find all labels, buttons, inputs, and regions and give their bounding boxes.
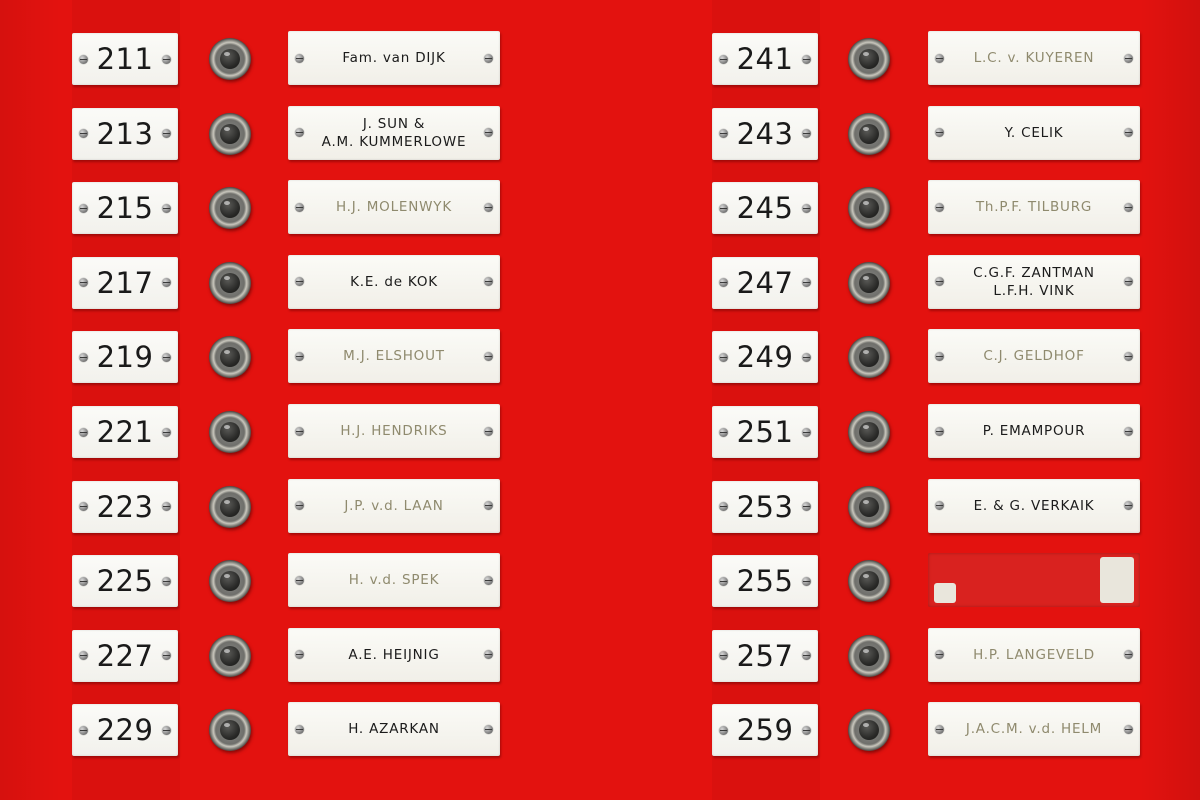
screw-icon	[935, 351, 944, 361]
apartment-number: 247	[736, 265, 794, 300]
screw-icon	[935, 724, 944, 734]
doorbell-button[interactable]	[848, 634, 890, 677]
screw-icon	[1124, 724, 1133, 734]
screw-icon	[1124, 426, 1133, 436]
resident-name: C.G.F. ZANTMAN L.F.H. VINK	[973, 264, 1095, 299]
doorbell-button[interactable]	[848, 336, 890, 379]
resident-name: J.A.C.M. v.d. HELM	[965, 721, 1103, 738]
doorbell-button[interactable]	[848, 261, 890, 304]
resident-name-plate: P. EMAMPOUR	[928, 404, 1140, 458]
screw-icon	[1124, 277, 1133, 287]
apartment-number-plate: 243	[712, 107, 818, 160]
resident-name: L.C. v. KUYEREN	[973, 50, 1095, 66]
apartment-number: 245	[736, 191, 794, 226]
resident-name: E. & G. VERKAIK	[973, 497, 1095, 514]
apartment-number-plate: 241	[712, 33, 818, 85]
screw-icon	[719, 576, 728, 586]
apartment-number: 251	[736, 415, 794, 449]
resident-name-plate: C.J. GELDHOF	[928, 329, 1140, 384]
apartment-number-plate: 251	[712, 406, 818, 458]
screw-icon	[935, 501, 944, 511]
resident-name: Y. CELIK	[1004, 124, 1064, 141]
screw-icon	[1124, 128, 1133, 138]
screw-icon	[935, 128, 944, 138]
screw-icon	[719, 352, 728, 362]
screw-icon	[802, 278, 811, 288]
apartment-number: 253	[736, 489, 794, 524]
screw-icon	[802, 502, 811, 512]
resident-name-plate: Th.P.F. TILBURG	[928, 180, 1140, 235]
resident-name-plate: E. & G. VERKAIK	[928, 478, 1140, 533]
screw-icon	[935, 202, 944, 212]
paint-chip	[934, 583, 956, 604]
screw-icon	[802, 54, 811, 64]
screw-icon	[935, 426, 944, 436]
doorbell-button[interactable]	[848, 112, 890, 155]
apartment-number: 257	[736, 638, 794, 673]
screw-icon	[719, 502, 728, 512]
resident-name-plate: J.A.C.M. v.d. HELM	[928, 702, 1140, 757]
resident-name-plate	[928, 553, 1140, 608]
resident-name: Th.P.F. TILBURG	[975, 199, 1093, 216]
screw-icon	[1124, 351, 1133, 361]
doorbell-panel: 211 Fam. van DIJK 213 J. SUN & A.M. KUMMERL…	[0, 0, 1200, 800]
screw-icon	[719, 54, 728, 64]
resident-name-plate: Y. CELIK	[928, 105, 1140, 160]
apartment-number: 259	[736, 713, 794, 748]
screw-icon	[802, 129, 811, 139]
screw-icon	[802, 427, 811, 437]
screw-icon	[802, 576, 811, 586]
screw-icon	[802, 352, 811, 362]
apartment-number-plate: 249	[712, 331, 818, 384]
apartment-number-plate: 253	[712, 480, 818, 533]
screw-icon	[935, 650, 944, 660]
resident-name: P. EMAMPOUR	[982, 423, 1086, 439]
right-column: 241 L.C. v. KUYEREN 243 Y. CELIK 245 Th.P.F. …	[0, 0, 1200, 800]
screw-icon	[1124, 650, 1133, 660]
resident-name-plate: L.C. v. KUYEREN	[928, 31, 1140, 85]
doorbell-button[interactable]	[848, 411, 890, 453]
resident-name-plate: H.P. LANGEVELD	[928, 627, 1140, 682]
apartment-number: 243	[736, 116, 794, 151]
apartment-number: 255	[736, 564, 794, 599]
apartment-number-plate: 257	[712, 629, 818, 682]
apartment-number: 241	[736, 42, 794, 76]
screw-icon	[935, 53, 944, 63]
paint-chip	[1100, 557, 1134, 604]
doorbell-button[interactable]	[848, 38, 890, 80]
apartment-number: 249	[736, 340, 794, 375]
apartment-number-plate: 255	[712, 555, 818, 608]
screw-icon	[719, 427, 728, 437]
resident-name: C.J. GELDHOF	[983, 348, 1085, 365]
screw-icon	[1124, 53, 1133, 63]
apartment-number-plate: 259	[712, 704, 818, 757]
resident-name: H.P. LANGEVELD	[973, 646, 1095, 663]
screw-icon	[719, 651, 728, 661]
doorbell-button[interactable]	[848, 485, 890, 528]
doorbell-button[interactable]	[848, 709, 890, 752]
screw-icon	[719, 129, 728, 139]
doorbell-button[interactable]	[848, 187, 890, 230]
screw-icon	[719, 203, 728, 213]
doorbell-button[interactable]	[848, 560, 890, 603]
screw-icon	[935, 277, 944, 287]
screw-icon	[802, 651, 811, 661]
screw-icon	[719, 725, 728, 735]
screw-icon	[1124, 501, 1133, 511]
resident-name-plate: C.G.F. ZANTMAN L.F.H. VINK	[928, 254, 1140, 309]
screw-icon	[1124, 202, 1133, 212]
screw-icon	[802, 725, 811, 735]
apartment-number-plate: 245	[712, 182, 818, 235]
apartment-number-plate: 247	[712, 256, 818, 309]
screw-icon	[802, 203, 811, 213]
screw-icon	[719, 278, 728, 288]
